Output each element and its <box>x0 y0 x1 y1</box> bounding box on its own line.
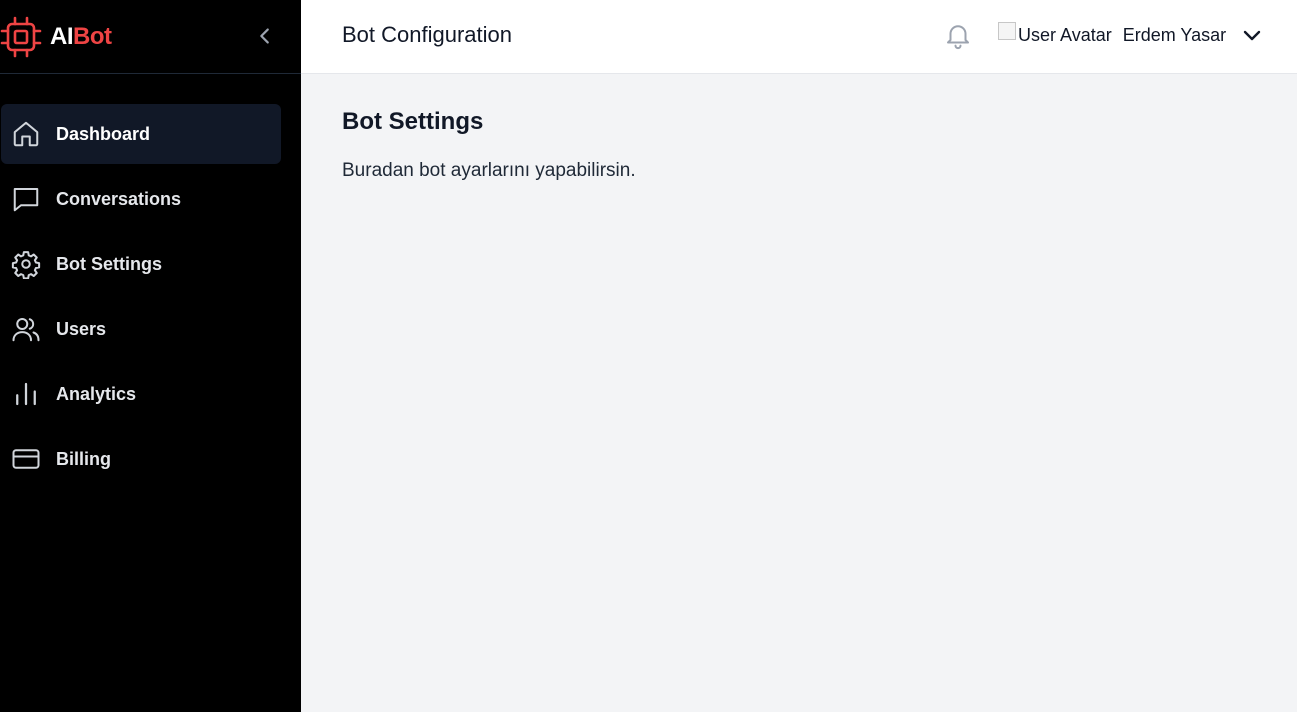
sidebar-item-label: Users <box>56 318 107 339</box>
users-icon <box>12 318 40 342</box>
brand-prefix: AI <box>50 22 74 50</box>
sidebar: AIBot Dashboard Conversations Bot Settin… <box>0 0 301 712</box>
sidebar-item-label: Dashboard <box>56 123 151 144</box>
brand-name: AIBot <box>50 22 112 51</box>
brand-suffix: Bot <box>73 22 112 50</box>
gear-icon <box>11 251 41 279</box>
section-description: Buradan bot ayarlarını yapabilirsin. <box>342 160 636 181</box>
avatar-alt-text: User Avatar <box>1018 24 1112 45</box>
chevron-left-icon <box>260 28 269 44</box>
sidebar-collapse-button[interactable] <box>251 22 279 50</box>
chevron-down-icon <box>1243 30 1261 41</box>
sidebar-item-label: Analytics <box>56 383 137 404</box>
credit-card-icon <box>12 449 40 469</box>
avatar: User Avatar <box>998 22 1112 46</box>
page-title: Bot Configuration <box>342 22 512 47</box>
bar-chart-icon <box>16 382 36 406</box>
chip-icon <box>0 16 42 57</box>
chat-icon <box>13 188 39 212</box>
logo[interactable]: AIBot <box>0 16 112 58</box>
sidebar-item-conversations[interactable]: Conversations <box>1 169 281 229</box>
broken-image-icon <box>998 22 1016 40</box>
sidebar-item-label: Conversations <box>56 188 182 209</box>
sidebar-item-users[interactable]: Users <box>1 299 281 359</box>
sidebar-item-label: Bot Settings <box>56 253 162 274</box>
sidebar-item-dashboard[interactable]: Dashboard <box>1 104 281 164</box>
top-bar: Bot Configuration User Avatar Erdem Yasa… <box>301 0 1297 74</box>
sidebar-item-billing[interactable]: Billing <box>1 429 281 489</box>
sidebar-item-analytics[interactable]: Analytics <box>1 364 281 424</box>
section-heading: Bot Settings <box>342 108 484 135</box>
user-menu[interactable]: User Avatar Erdem Yasar <box>998 18 1264 52</box>
sidebar-header: AIBot <box>0 0 301 74</box>
sidebar-nav: Dashboard Conversations Bot Settings Use… <box>0 74 301 489</box>
main-content: Bot Settings Buradan bot ayarlarını yapa… <box>301 74 1297 712</box>
notifications-button[interactable] <box>943 20 973 50</box>
bell-icon <box>947 25 969 50</box>
home-icon <box>13 121 39 147</box>
sidebar-item-bot-settings[interactable]: Bot Settings <box>1 234 281 294</box>
sidebar-item-label: Billing <box>56 448 111 469</box>
user-name: Erdem Yasar <box>1122 24 1227 45</box>
